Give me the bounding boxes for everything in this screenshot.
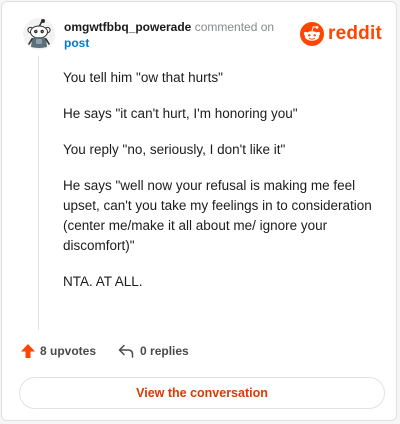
post-link[interactable]: post bbox=[64, 36, 89, 50]
upvote-count: 8 upvotes bbox=[40, 344, 97, 358]
commented-on-text: commented on bbox=[194, 20, 275, 34]
reply-arrow-icon bbox=[118, 344, 134, 358]
upvote-arrow-icon bbox=[21, 344, 35, 358]
user-avatar[interactable] bbox=[23, 18, 55, 50]
comment-paragraph: You tell him "ow that hurts" bbox=[63, 70, 223, 85]
replies-count: 0 replies bbox=[140, 344, 189, 358]
embedded-comment-card: omgwtfbbq_powerade commented on post red… bbox=[1, 1, 397, 421]
comment-paragraph: He says "it can't hurt, I'm honoring you… bbox=[63, 106, 298, 121]
replies-button[interactable]: 0 replies bbox=[118, 344, 189, 358]
reddit-snoo-icon bbox=[300, 22, 325, 46]
comment-actions: 8 upvotes 0 replies bbox=[20, 343, 189, 359]
snoo-avatar-icon bbox=[23, 18, 55, 50]
comment-paragraph: You reply "no, seriously, I don't like i… bbox=[63, 142, 286, 157]
reddit-logo[interactable]: reddit bbox=[300, 22, 382, 46]
comment-paragraph: NTA. AT ALL. bbox=[63, 274, 143, 289]
view-conversation-button[interactable]: View the conversation bbox=[19, 377, 385, 409]
upvote-button[interactable]: 8 upvotes bbox=[20, 343, 96, 359]
thread-line bbox=[38, 56, 39, 330]
comment-body: You tell him "ow that hurts" He says "it… bbox=[63, 68, 373, 308]
username-link[interactable]: omgwtfbbq_powerade bbox=[64, 20, 191, 34]
reddit-wordmark: reddit bbox=[328, 23, 382, 44]
comment-header: omgwtfbbq_powerade commented on post bbox=[64, 19, 294, 51]
comment-paragraph: He says "well now your refusal is making… bbox=[63, 178, 372, 253]
